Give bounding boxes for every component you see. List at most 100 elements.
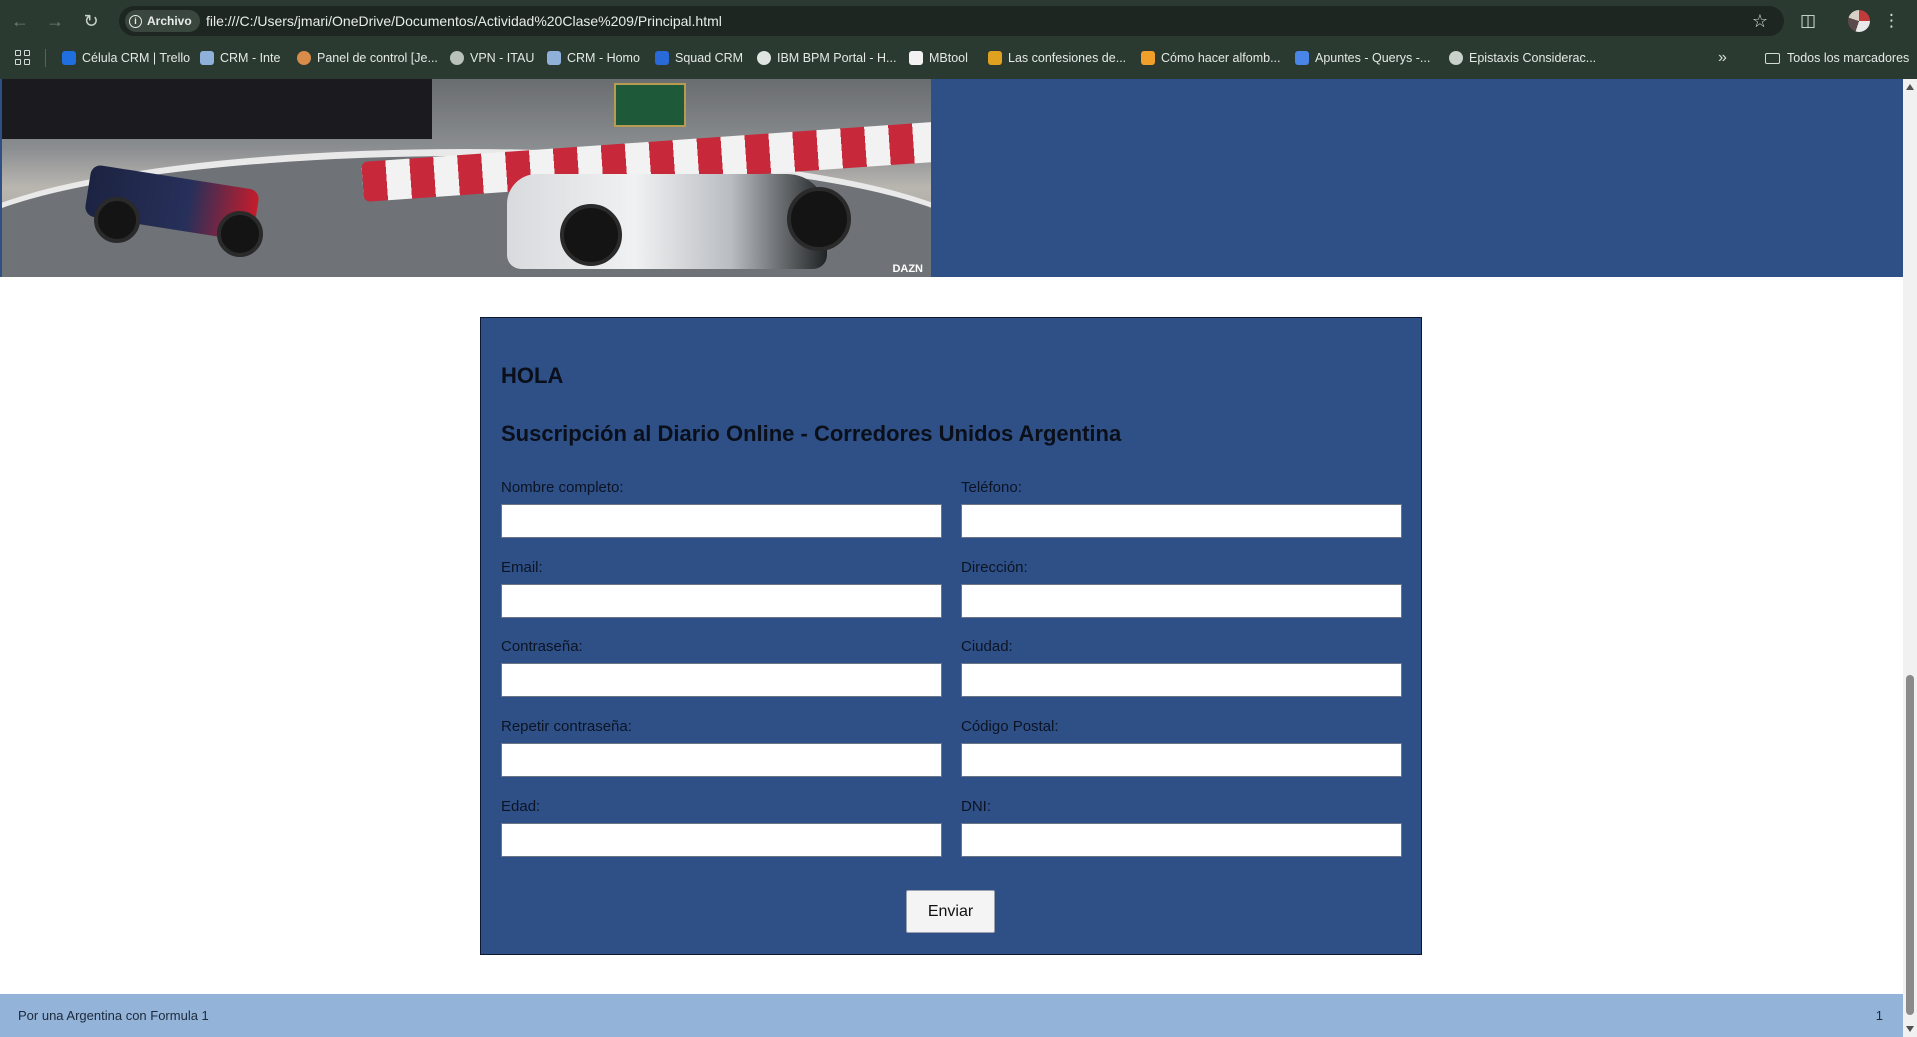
bookmark-item[interactable]: VPN - ITAU xyxy=(450,43,534,73)
email-input[interactable] xyxy=(501,584,942,618)
bookmark-label: IBM BPM Portal - H... xyxy=(777,51,897,65)
mbtool-icon xyxy=(909,51,923,65)
ciudad-input[interactable] xyxy=(961,663,1402,697)
bookmark-label: Epistaxis Considerac... xyxy=(1469,51,1597,65)
edad-input[interactable] xyxy=(501,823,942,857)
squad-icon xyxy=(655,51,669,65)
vertical-scrollbar[interactable] xyxy=(1903,79,1917,1037)
car-wheel xyxy=(787,187,851,251)
page-footer: Por una Argentina con Formula 1 1 xyxy=(0,994,1903,1037)
codigo-postal-input[interactable] xyxy=(961,743,1402,777)
bookmark-label: Apuntes - Querys -... xyxy=(1315,51,1431,65)
reload-icon[interactable]: ↻ xyxy=(79,9,103,33)
password-input[interactable] xyxy=(501,663,942,697)
page-thumbnail-icon xyxy=(200,51,214,65)
bookmark-item[interactable]: IBM BPM Portal - H... xyxy=(757,43,896,73)
bookmark-label: Squad CRM xyxy=(675,51,744,65)
info-icon: i xyxy=(129,14,142,28)
field-label: DNI: xyxy=(961,798,991,815)
field-repetir-contrasena: Repetir contraseña: xyxy=(501,718,942,777)
more-bookmarks-chevron-icon[interactable]: » xyxy=(1718,43,1727,73)
globe-icon xyxy=(450,51,464,65)
page-viewport: DAZN HOLA Suscripción al Diario Online -… xyxy=(0,79,1903,1037)
apps-grid-icon[interactable] xyxy=(15,50,30,65)
form-title: Suscripción al Diario Online - Corredore… xyxy=(501,421,1122,446)
browser-chrome: ← → ↻ i Archivo file:///C:/Users/jmari/O… xyxy=(0,0,1917,79)
field-label: Teléfono: xyxy=(961,479,1022,496)
bookmark-label: CRM - Homo xyxy=(567,51,640,65)
footer-page-number: 1 xyxy=(1875,1008,1883,1023)
bookmark-star-icon[interactable]: ☆ xyxy=(1752,6,1768,36)
podcast-icon xyxy=(988,51,1002,65)
repeat-password-input[interactable] xyxy=(501,743,942,777)
browser-toolbar: ← → ↻ i Archivo file:///C:/Users/jmari/O… xyxy=(0,0,1917,42)
scroll-up-icon[interactable] xyxy=(1906,84,1914,90)
bookmark-label: CRM - Inte xyxy=(220,51,281,65)
field-telefono: Teléfono: xyxy=(961,479,1402,538)
car-wheel xyxy=(217,211,263,257)
field-edad: Edad: xyxy=(501,798,942,857)
all-bookmarks-folder[interactable]: Todos los marcadores xyxy=(1765,43,1909,73)
field-label: Código Postal: xyxy=(961,718,1059,735)
craft-icon xyxy=(1141,51,1155,65)
dni-input[interactable] xyxy=(961,823,1402,857)
scroll-thumb[interactable] xyxy=(1906,675,1914,1015)
url-text[interactable]: file:///C:/Users/jmari/OneDrive/Document… xyxy=(206,6,722,36)
bookmark-item[interactable]: Las confesiones de... xyxy=(988,43,1126,73)
form-greeting: HOLA xyxy=(501,363,564,388)
field-codigo-postal: Código Postal: xyxy=(961,718,1402,777)
field-dni: DNI: xyxy=(961,798,1402,857)
field-nombre: Nombre completo: xyxy=(501,479,942,538)
footer-text: Por una Argentina con Formula 1 xyxy=(18,1008,209,1023)
avatar[interactable] xyxy=(1848,10,1870,32)
bookmark-item[interactable]: Célula CRM | Trello xyxy=(62,43,190,73)
car-wheel xyxy=(94,197,140,243)
trello-icon xyxy=(62,51,76,65)
forward-arrow-icon[interactable]: → xyxy=(43,9,67,33)
bookmark-label: Cómo hacer alfomb... xyxy=(1161,51,1281,65)
extensions-icon[interactable]: ◫ xyxy=(1795,9,1821,33)
bookmark-label: VPN - ITAU xyxy=(470,51,535,65)
subscription-form: HOLA Suscripción al Diario Online - Corr… xyxy=(480,317,1422,955)
field-label: Dirección: xyxy=(961,559,1028,576)
field-direccion: Dirección: xyxy=(961,559,1402,618)
submit-button[interactable]: Enviar xyxy=(906,890,995,933)
folder-icon xyxy=(1765,52,1780,64)
field-label: Edad: xyxy=(501,798,541,815)
bookmark-item[interactable]: Squad CRM xyxy=(655,43,743,73)
bookmarks-bar: Célula CRM | Trello CRM - Inte Panel de … xyxy=(0,43,1917,73)
bookmark-item[interactable]: MBtool xyxy=(909,43,968,73)
direccion-input[interactable] xyxy=(961,584,1402,618)
field-label: Ciudad: xyxy=(961,638,1013,655)
telefono-input[interactable] xyxy=(961,504,1402,538)
address-bar[interactable]: i Archivo file:///C:/Users/jmari/OneDriv… xyxy=(119,6,1784,36)
site-info-chip[interactable]: i Archivo xyxy=(125,10,200,32)
field-ciudad: Ciudad: xyxy=(961,638,1402,697)
all-bookmarks-label: Todos los marcadores xyxy=(1787,51,1910,65)
car-wheel xyxy=(560,204,622,266)
globe-icon xyxy=(1449,51,1463,65)
bookmark-item[interactable]: Apuntes - Querys -... xyxy=(1295,43,1430,73)
bookmark-item[interactable]: CRM - Homo xyxy=(547,43,640,73)
hero-banner: DAZN xyxy=(0,79,1903,277)
field-email: Email: xyxy=(501,559,942,618)
bookmark-item[interactable]: Panel de control [Je... xyxy=(297,43,438,73)
field-label: Repetir contraseña: xyxy=(501,718,632,735)
bookmark-label: Célula CRM | Trello xyxy=(82,51,191,65)
sponsor-banner xyxy=(2,79,432,139)
site-chip-label: Archivo xyxy=(147,14,192,28)
rolex-sign xyxy=(614,83,686,127)
scroll-down-icon[interactable] xyxy=(1906,1026,1914,1032)
field-contrasena: Contraseña: xyxy=(501,638,942,697)
menu-kebab-icon[interactable]: ⋮ xyxy=(1883,9,1900,33)
field-label: Nombre completo: xyxy=(501,479,624,496)
bookmark-item[interactable]: Epistaxis Considerac... xyxy=(1449,43,1596,73)
back-arrow-icon[interactable]: ← xyxy=(8,9,32,33)
bookmark-label: Las confesiones de... xyxy=(1008,51,1127,65)
bookmark-item[interactable]: CRM - Inte xyxy=(200,43,280,73)
bookmark-item[interactable]: Cómo hacer alfomb... xyxy=(1141,43,1281,73)
nombre-input[interactable] xyxy=(501,504,942,538)
field-label: Email: xyxy=(501,559,543,576)
bookmarks-separator xyxy=(45,49,46,67)
f1-race-image: DAZN xyxy=(2,79,931,277)
